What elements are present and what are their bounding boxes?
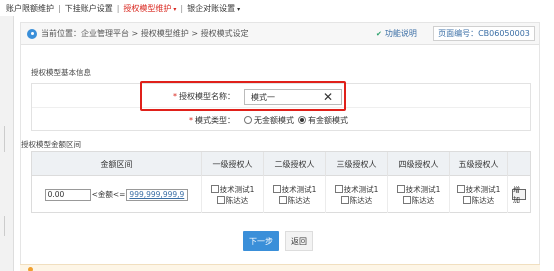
mode-type-radio-group: 无金额模式 有金额模式 [244,109,352,131]
max-amount-input[interactable]: 999,999,999,9 [126,188,189,201]
add-row-button[interactable]: 增加 [512,186,526,204]
mode-type-label-text: 模式类型： [195,115,235,125]
checkbox-icon[interactable] [462,196,471,204]
approver-option[interactable]: 陈达达 [340,195,373,206]
approver-option[interactable]: 技术测试1 [272,184,317,195]
notice-icon [28,267,33,271]
approver-option[interactable]: 陈达达 [402,195,435,206]
help-label: 功能说明 [384,29,417,38]
back-button[interactable]: 返回 [285,231,313,251]
radio-amount-mode[interactable]: 有金额模式 [298,115,348,126]
column-header-level2: 二级授权人 [264,152,326,176]
checkbox-icon[interactable] [456,185,465,193]
page-code-badge: 页面编号：CB06050003 [433,26,535,41]
approver-option[interactable]: 技术测试1 [396,184,441,195]
approver-name: 陈达达 [287,195,311,205]
left-sidebar-collapsed [0,16,14,271]
nav-item-label: 银企对账设置 [187,3,236,13]
amount-range-cell: 0.00 <金额<= 999,999,999,9 [32,176,202,213]
approver-option[interactable]: 技术测试1 [210,184,255,195]
breadcrumb-text: 当前位置：企业管理平台 > 授权模型维护 > 授权模式设定 [41,29,249,38]
column-header-amount-range: 金额区间 [32,152,202,176]
approver-option[interactable]: 陈达达 [278,195,311,206]
help-link[interactable]: ✔ 功能说明 [376,28,417,39]
section-title-basic-info: 授权模型基本信息 [31,68,91,77]
actions-cell: 增加 [508,176,530,213]
approver-name: 陈达达 [225,195,249,205]
nav-item-reconciliation[interactable]: 银企对账设置 ▾ [187,3,240,14]
approver-name: 技术测试1 [281,184,317,194]
approver-name: 陈达达 [349,195,373,205]
column-header-actions [508,152,530,176]
approver-cell-level5: 技术测试1 陈达达 [450,176,508,213]
radio-no-amount-mode[interactable]: 无金额模式 [244,115,294,126]
approver-option[interactable]: 陈达达 [462,195,495,206]
next-button[interactable]: 下一步 [243,231,279,251]
required-mark: * [189,115,193,125]
nav-item-auth-model[interactable]: 授权模型维护 ▾ [123,3,176,14]
column-header-level3: 三级授权人 [326,152,388,176]
amount-range-table: 金额区间 一级授权人 二级授权人 三级授权人 四级授权人 五级授权人 0.00 … [31,151,531,213]
checkbox-icon[interactable] [216,196,225,204]
checkbox-icon[interactable] [334,185,343,193]
form-row-mode-type: * 模式类型： 无金额模式 有金额模式 [32,109,530,131]
approver-name: 技术测试1 [343,184,379,194]
location-icon [27,28,37,39]
approver-cell-level4: 技术测试1 陈达达 [388,176,450,213]
radio-label: 有金额模式 [308,115,348,125]
checkbox-icon[interactable] [210,185,219,193]
main-panel: 当前位置：企业管理平台 > 授权模型维护 > 授权模式设定 ✔ 功能说明 页面编… [20,22,540,271]
min-amount-input[interactable]: 0.00 [44,188,91,201]
checkbox-icon[interactable] [340,196,349,204]
caret-down-icon: ▾ [173,5,177,13]
approver-cell-level3: 技术测试1 陈达达 [326,176,388,213]
approver-name: 技术测试1 [219,184,255,194]
sidebar-marker [4,126,10,152]
radio-selected-icon [298,116,306,124]
approver-name: 技术测试1 [405,184,441,194]
notice-strip [20,264,540,271]
sidebar-marker [4,216,10,236]
checkbox-icon[interactable] [402,196,411,204]
radio-label: 无金额模式 [254,115,294,125]
approver-name: 技术测试1 [465,184,501,194]
checkbox-icon[interactable] [278,196,287,204]
checkbox-icon[interactable] [396,185,405,193]
chevron-down-icon: ✔ [376,29,382,38]
highlight-box [140,81,346,111]
top-nav: 账户限额维护 | 下挂账户设置 | 授权模型维护 ▾ | 银企对账设置 ▾ [0,0,554,16]
column-header-level5: 五级授权人 [450,152,508,176]
approver-name: 陈达达 [471,195,495,205]
approver-cell-level1: 技术测试1 陈达达 [202,176,264,213]
approver-option[interactable]: 陈达达 [216,195,249,206]
caret-down-icon: ▾ [237,5,241,13]
column-header-level4: 四级授权人 [388,152,450,176]
nav-item-label: 授权模型维护 [123,3,172,13]
approver-name: 陈达达 [411,195,435,205]
section-title-amount-range: 授权模型金额区间 [21,140,81,149]
column-header-level1: 一级授权人 [202,152,264,176]
nav-separator: | [58,3,61,13]
checkbox-icon[interactable] [272,185,281,193]
table-row: 0.00 <金额<= 999,999,999,9 技术测试1 陈达达 技术测试1… [32,176,530,213]
approver-cell-level2: 技术测试1 陈达达 [264,176,326,213]
range-operator: <金额<= [91,190,126,199]
mode-type-label: * 模式类型： [189,115,235,126]
table-header: 金额区间 一级授权人 二级授权人 三级授权人 四级授权人 五级授权人 [32,152,530,176]
radio-circle-icon [244,116,252,124]
amount-range: 0.00 <金额<= 999,999,999,9 [44,188,189,201]
nav-item-account-limit[interactable]: 账户限额维护 [6,3,54,14]
approver-option[interactable]: 技术测试1 [456,184,501,195]
approver-option[interactable]: 技术测试1 [334,184,379,195]
nav-separator: | [116,3,120,13]
nav-separator: | [180,3,184,13]
nav-item-linked-accounts[interactable]: 下挂账户设置 [65,3,113,14]
